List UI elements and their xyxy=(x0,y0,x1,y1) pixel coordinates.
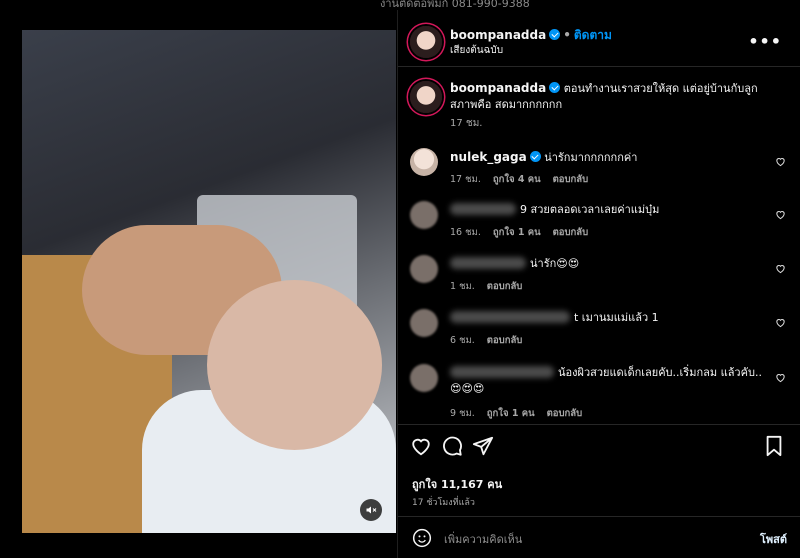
heart-icon[interactable] xyxy=(775,263,786,274)
comment-time: 17 ชม. xyxy=(450,174,481,185)
comment-time: 6 ชม. xyxy=(450,335,475,346)
comment-likes[interactable]: ถูกใจ 1 คน xyxy=(487,408,535,419)
comment-body: t เมานมแม่แล้ว 1 xyxy=(450,310,768,326)
mute-icon xyxy=(366,506,377,514)
heart-icon[interactable] xyxy=(775,209,786,220)
comment-body: nulek_gaga น่ารักมากกกกกกค่า xyxy=(450,149,768,166)
heart-icon[interactable] xyxy=(775,372,786,383)
comment-username[interactable]: nulek_gaga xyxy=(450,150,527,164)
comment-likes[interactable]: ถูกใจ 1 คน xyxy=(493,227,541,238)
comments-section: boompanadda ตอนทำงานเราสวยให้สุด แต่อยู่… xyxy=(398,68,800,423)
comment-text: 9 สวยตลอดเวลาเลยค่าแม่บุ๋ม xyxy=(520,203,660,216)
comment-time: 1 ชม. xyxy=(450,281,475,292)
verified-icon xyxy=(549,29,561,40)
caption-avatar[interactable] xyxy=(410,81,442,113)
bookmark-icon[interactable] xyxy=(764,435,784,457)
reply-button[interactable]: ตอบกลับ xyxy=(487,335,523,346)
comment-body: 9 สวยตลอดเวลาเลยค่าแม่บุ๋ม xyxy=(450,202,768,218)
comment-time: 16 ชม. xyxy=(450,227,481,238)
mute-button[interactable] xyxy=(360,499,382,521)
comment-text: น่ารัก😍😍 xyxy=(530,257,580,270)
comment-avatar[interactable] xyxy=(410,255,438,283)
emoji-icon[interactable] xyxy=(412,528,432,548)
post-media[interactable] xyxy=(22,30,396,533)
comment-avatar[interactable] xyxy=(410,201,438,229)
comment-username-blurred[interactable] xyxy=(450,311,570,323)
comment-input[interactable] xyxy=(444,529,734,549)
author-avatar[interactable] xyxy=(410,26,442,58)
comment-item: nulek_gaga น่ารักมากกกกกกค่า 17 ชม. ถูกใจ… xyxy=(410,148,790,198)
reply-button[interactable]: ตอบกลับ xyxy=(553,227,589,238)
reply-button[interactable]: ตอบกลับ xyxy=(487,281,523,292)
audio-label[interactable]: เสียงต้นฉบับ xyxy=(450,43,503,58)
comment-text: t เมานมแม่แล้ว 1 xyxy=(574,311,659,324)
caption-username[interactable]: boompanadda xyxy=(450,81,546,95)
separator-dot: • xyxy=(563,28,571,42)
more-icon[interactable]: ••• xyxy=(748,32,782,51)
reply-button[interactable]: ตอบกลับ xyxy=(547,408,583,419)
comment-avatar[interactable] xyxy=(410,148,438,176)
post-header: boompanadda • ติดตาม เสียงต้นฉบับ ••• xyxy=(398,10,800,67)
comment-username-blurred[interactable] xyxy=(450,366,554,378)
heart-icon[interactable] xyxy=(410,435,432,457)
comment-username-blurred[interactable] xyxy=(450,203,516,215)
comment-text: น้องผิวสวยแดเด็กเลยคับ..เริ่มกลม แล้วคับ… xyxy=(558,366,762,379)
comment-avatar[interactable] xyxy=(410,309,438,337)
comment-text-emoji: 😍😍😍 xyxy=(450,382,485,395)
comment-icon[interactable] xyxy=(441,435,463,457)
comment-time: 9 ชม. xyxy=(450,408,475,419)
comment-avatar[interactable] xyxy=(410,364,438,392)
comment-body: น้องผิวสวยแดเด็กเลยคับ..เริ่มกลม แล้วคับ… xyxy=(450,365,768,397)
comment-meta: 1 ชม. ตอบกลับ xyxy=(450,279,534,294)
comment-item: น้องผิวสวยแดเด็กเลยคับ..เริ่มกลม แล้วคับ… xyxy=(410,364,790,420)
post-panel: boompanadda • ติดตาม เสียงต้นฉบับ ••• boom… xyxy=(397,10,800,558)
add-comment-bar: โพสต์ xyxy=(398,516,800,558)
heart-icon[interactable] xyxy=(775,317,786,328)
share-icon[interactable] xyxy=(472,435,494,457)
verified-icon xyxy=(549,82,561,93)
comment-body: น่ารัก😍😍 xyxy=(450,256,768,272)
comment-text: น่ารักมากกกกกกค่า xyxy=(544,151,638,164)
author-username[interactable]: boompanadda xyxy=(450,28,546,42)
caption-time: 17 ชม. xyxy=(450,118,483,129)
comment-meta: 16 ชม. ถูกใจ 1 คน ตอบกลับ xyxy=(450,225,600,240)
heart-icon[interactable] xyxy=(775,156,786,167)
likes-count[interactable]: ถูกใจ 11,167 คน xyxy=(412,475,502,493)
comment-meta: 17 ชม. ถูกใจ 4 คน ตอบกลับ xyxy=(450,172,600,187)
comment-item: 9 สวยตลอดเวลาเลยค่าแม่บุ๋ม 16 ชม. ถูกใจ 1… xyxy=(410,201,790,251)
post-comment-button[interactable]: โพสต์ xyxy=(760,530,787,548)
comment-likes[interactable]: ถูกใจ 4 คน xyxy=(493,174,541,185)
comment-item: น่ารัก😍😍 1 ชม. ตอบกลับ xyxy=(410,255,790,305)
comment-item: t เมานมแม่แล้ว 1 6 ชม. ตอบกลับ xyxy=(410,309,790,359)
media-baby-head xyxy=(207,280,382,450)
post-timestamp: 17 ชั่วโมงที่แล้ว xyxy=(412,498,475,508)
comment-username-blurred[interactable] xyxy=(450,257,526,269)
verified-icon xyxy=(529,151,541,162)
caption-body: boompanadda ตอนทำงานเราสวยให้สุด แต่อยู่… xyxy=(450,80,786,113)
comment-meta: 6 ชม. ตอบกลับ xyxy=(450,333,534,348)
comment-meta: 9 ชม. ถูกใจ 1 คน ตอบกลับ xyxy=(450,406,594,421)
follow-button[interactable]: ติดตาม xyxy=(574,28,612,42)
reply-button[interactable]: ตอบกลับ xyxy=(553,174,589,185)
